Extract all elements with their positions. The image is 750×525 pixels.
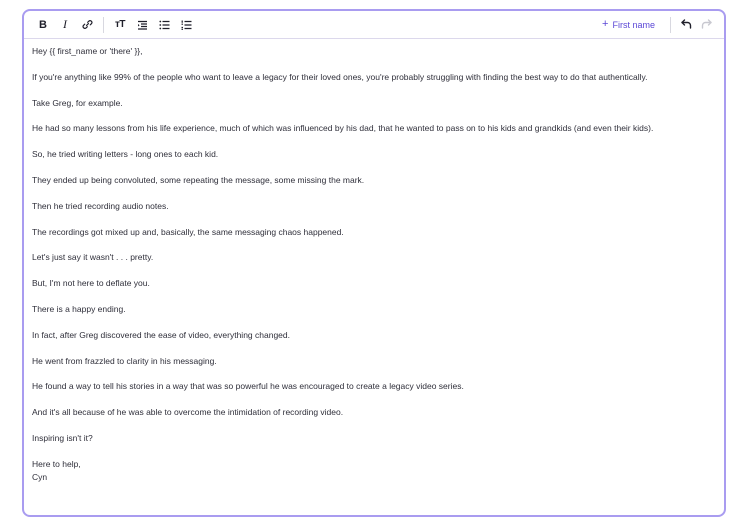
email-editor: B I тT + First name Hey {{first_name or… [22, 9, 726, 517]
link-icon [82, 19, 93, 30]
numbered-list-icon [181, 20, 192, 30]
message-body[interactable]: Hey {{ first_name or 'there' }}, If you'… [24, 39, 724, 484]
bullet-list-icon [158, 20, 170, 30]
bullet-list-button[interactable] [153, 14, 175, 36]
undo-button[interactable] [676, 14, 696, 36]
text-size-button[interactable]: тT [109, 14, 131, 36]
editor-toolbar: B I тT + First name [24, 11, 724, 39]
signoff-text: Here to help, [32, 458, 81, 469]
align-button[interactable] [131, 14, 153, 36]
insert-first-name-button[interactable]: + First name [602, 19, 655, 30]
toolbar-divider [670, 16, 671, 33]
insert-first-name-label: First name [612, 19, 655, 30]
bold-button[interactable]: B [32, 14, 54, 36]
link-button[interactable] [76, 14, 98, 36]
numbered-list-button[interactable] [175, 14, 197, 36]
toolbar-divider [103, 16, 104, 33]
message-paragraph: Inspiring isn't it? [32, 432, 93, 443]
align-icon [137, 20, 148, 30]
bold-icon: B [39, 18, 47, 31]
message-paragraph: The recordings got mixed up and, basical… [32, 226, 344, 237]
message-paragraph: Then he tried recording audio notes. [32, 200, 169, 211]
message-paragraph: But, I'm not here to deflate you. [32, 278, 150, 289]
message-signoff: Here to help, Cyn [32, 458, 716, 484]
message-paragraph: He found a way to tell his stories in a … [32, 381, 464, 392]
message-paragraph: He had so many lessons from his life exp… [32, 123, 654, 134]
message-paragraph: Take Greg, for example. [32, 97, 123, 108]
signature-text: Cyn [32, 471, 48, 482]
message-paragraph: They ended up being convoluted, some rep… [32, 174, 365, 185]
message-paragraph: Let's just say it wasn't . . . pretty. [32, 252, 154, 263]
message-paragraph: Hey {{ first_name or 'there' }}, [32, 46, 143, 56]
italic-icon: I [63, 17, 67, 31]
message-paragraph: In fact, after Greg discovered the ease … [32, 329, 290, 340]
redo-button[interactable] [696, 14, 716, 36]
message-paragraph: There is a happy ending. [32, 303, 126, 314]
text-size-icon: тT [114, 19, 126, 30]
plus-icon: + [602, 18, 609, 30]
redo-icon [701, 16, 712, 34]
message-paragraph: If you're anything like 99% of the peopl… [32, 71, 648, 82]
italic-button[interactable]: I [54, 14, 76, 36]
message-paragraph: And it's all because of he was able to o… [32, 407, 344, 418]
message-paragraph: He went from frazzled to clarity in his … [32, 355, 217, 366]
message-paragraph: So, he tried writing letters - long ones… [32, 149, 219, 160]
undo-icon [680, 16, 692, 34]
